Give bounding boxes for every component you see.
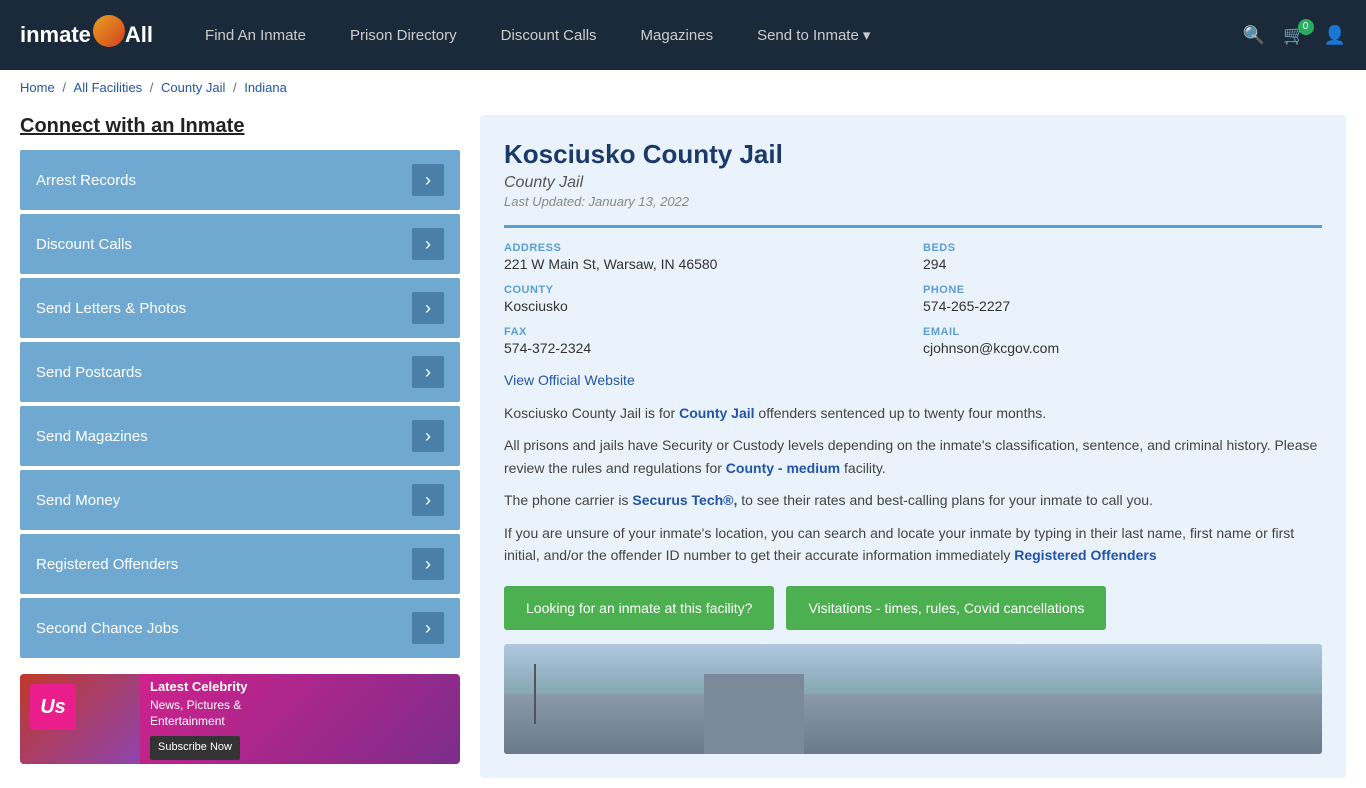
- ad-banner[interactable]: Us Latest Celebrity News, Pictures & Ent…: [20, 674, 460, 764]
- action-buttons: Looking for an inmate at this facility? …: [504, 586, 1322, 630]
- arrow-icon: ›: [412, 548, 444, 580]
- sidebar-item-label: Send Magazines: [36, 428, 148, 445]
- sidebar-item-label: Registered Offenders: [36, 556, 178, 573]
- arrow-icon: ›: [412, 612, 444, 644]
- facility-type: County Jail: [504, 174, 1322, 192]
- ad-text: Latest Celebrity News, Pictures & Entert…: [150, 678, 258, 759]
- sidebar-item-send-magazines[interactable]: Send Magazines ›: [20, 406, 460, 466]
- content-panel: Kosciusko County Jail County Jail Last U…: [480, 115, 1346, 778]
- sidebar-item-arrest-records[interactable]: Arrest Records ›: [20, 150, 460, 210]
- sidebar-item-send-money[interactable]: Send Money ›: [20, 470, 460, 530]
- dropdown-arrow-icon: ▾: [863, 26, 871, 44]
- description-3: The phone carrier is Securus Tech®, to s…: [504, 489, 1322, 511]
- phone-value: 574-265-2227: [923, 298, 1322, 314]
- arrow-icon: ›: [412, 484, 444, 516]
- phone-block: PHONE 574-265-2227: [923, 284, 1322, 314]
- cart-button[interactable]: 🛒 0: [1283, 25, 1305, 46]
- building-shape-2: [704, 674, 804, 754]
- email-label: EMAIL: [923, 326, 1322, 338]
- nav-send-to-inmate[interactable]: Send to Inmate ▾: [735, 26, 892, 44]
- sidebar-title: Connect with an Inmate: [20, 115, 460, 138]
- description-4: If you are unsure of your inmate's locat…: [504, 522, 1322, 567]
- county-value: Kosciusko: [504, 298, 903, 314]
- arrow-icon: ›: [412, 356, 444, 388]
- county-jail-link[interactable]: County Jail: [679, 405, 754, 421]
- sidebar-item-registered-offenders[interactable]: Registered Offenders ›: [20, 534, 460, 594]
- county-label: COUNTY: [504, 284, 903, 296]
- cart-badge: 0: [1298, 19, 1314, 35]
- search-icon: 🔍: [1243, 25, 1265, 45]
- search-button[interactable]: 🔍: [1243, 25, 1265, 46]
- nav-discount-calls[interactable]: Discount Calls: [479, 27, 619, 44]
- logo-text: inmate: [20, 22, 91, 48]
- looking-for-inmate-button[interactable]: Looking for an inmate at this facility?: [504, 586, 774, 630]
- sidebar-item-discount-calls[interactable]: Discount Calls ›: [20, 214, 460, 274]
- main-layout: Connect with an Inmate Arrest Records › …: [0, 105, 1366, 788]
- county-block: COUNTY Kosciusko: [504, 284, 903, 314]
- sidebar-item-label: Arrest Records: [36, 172, 136, 189]
- description-2: All prisons and jails have Security or C…: [504, 434, 1322, 479]
- ad-image: Us: [20, 674, 140, 764]
- sidebar-item-send-letters-photos[interactable]: Send Letters & Photos ›: [20, 278, 460, 338]
- securus-tech-link[interactable]: Securus Tech®,: [632, 492, 737, 508]
- user-icon: 👤: [1324, 25, 1346, 45]
- logo[interactable]: inmate All: [20, 19, 153, 51]
- description-1: Kosciusko County Jail is for County Jail…: [504, 402, 1322, 424]
- fax-label: FAX: [504, 326, 903, 338]
- county-medium-link[interactable]: County - medium: [726, 460, 840, 476]
- sidebar-menu: Arrest Records › Discount Calls › Send L…: [20, 150, 460, 658]
- phone-label: PHONE: [923, 284, 1322, 296]
- breadcrumb-county-jail[interactable]: County Jail: [161, 80, 225, 95]
- breadcrumb-indiana[interactable]: Indiana: [244, 80, 287, 95]
- view-official-website-link[interactable]: View Official Website: [504, 372, 635, 388]
- ad-subscribe-button[interactable]: Subscribe Now: [150, 736, 240, 759]
- sidebar-item-send-postcards[interactable]: Send Postcards ›: [20, 342, 460, 402]
- address-value: 221 W Main St, Warsaw, IN 46580: [504, 256, 903, 272]
- arrow-icon: ›: [412, 228, 444, 260]
- logo-icon: [93, 15, 125, 47]
- nav-magazines[interactable]: Magazines: [619, 27, 736, 44]
- arrow-icon: ›: [412, 292, 444, 324]
- info-grid: ADDRESS 221 W Main St, Warsaw, IN 46580 …: [504, 225, 1322, 356]
- sidebar-item-label: Discount Calls: [36, 236, 132, 253]
- breadcrumb-home[interactable]: Home: [20, 80, 55, 95]
- email-value: cjohnson@kcgov.com: [923, 340, 1322, 356]
- breadcrumb: Home / All Facilities / County Jail / In…: [0, 70, 1366, 105]
- navbar-icons: 🔍 🛒 0 👤: [1243, 25, 1346, 46]
- facility-name: Kosciusko County Jail: [504, 139, 1322, 170]
- registered-offenders-link[interactable]: Registered Offenders: [1014, 547, 1156, 563]
- sidebar-item-label: Second Chance Jobs: [36, 620, 179, 637]
- address-block: ADDRESS 221 W Main St, Warsaw, IN 46580: [504, 242, 903, 272]
- user-button[interactable]: 👤: [1324, 25, 1346, 46]
- beds-value: 294: [923, 256, 1322, 272]
- visitations-button[interactable]: Visitations - times, rules, Covid cancel…: [786, 586, 1106, 630]
- nav-find-inmate[interactable]: Find An Inmate: [183, 27, 328, 44]
- facility-photo: [504, 644, 1322, 754]
- beds-label: BEDS: [923, 242, 1322, 254]
- arrow-icon: ›: [412, 420, 444, 452]
- arrow-icon: ›: [412, 164, 444, 196]
- sidebar-item-second-chance-jobs[interactable]: Second Chance Jobs ›: [20, 598, 460, 658]
- wire-shape: [534, 664, 536, 724]
- sidebar-item-label: Send Money: [36, 492, 120, 509]
- beds-block: BEDS 294: [923, 242, 1322, 272]
- fax-block: FAX 574-372-2324: [504, 326, 903, 356]
- fax-value: 574-372-2324: [504, 340, 903, 356]
- email-block: EMAIL cjohnson@kcgov.com: [923, 326, 1322, 356]
- building-shape: [504, 694, 1322, 754]
- logo-all: All: [125, 22, 153, 48]
- sidebar-item-label: Send Postcards: [36, 364, 142, 381]
- facility-last-updated: Last Updated: January 13, 2022: [504, 194, 1322, 209]
- navbar: inmate All Find An Inmate Prison Directo…: [0, 0, 1366, 70]
- sidebar-item-label: Send Letters & Photos: [36, 300, 186, 317]
- us-logo: Us: [30, 684, 76, 730]
- address-label: ADDRESS: [504, 242, 903, 254]
- sidebar: Connect with an Inmate Arrest Records › …: [20, 115, 460, 778]
- breadcrumb-all-facilities[interactable]: All Facilities: [74, 80, 143, 95]
- nav-prison-directory[interactable]: Prison Directory: [328, 27, 479, 44]
- nav-links: Find An Inmate Prison Directory Discount…: [183, 26, 1243, 44]
